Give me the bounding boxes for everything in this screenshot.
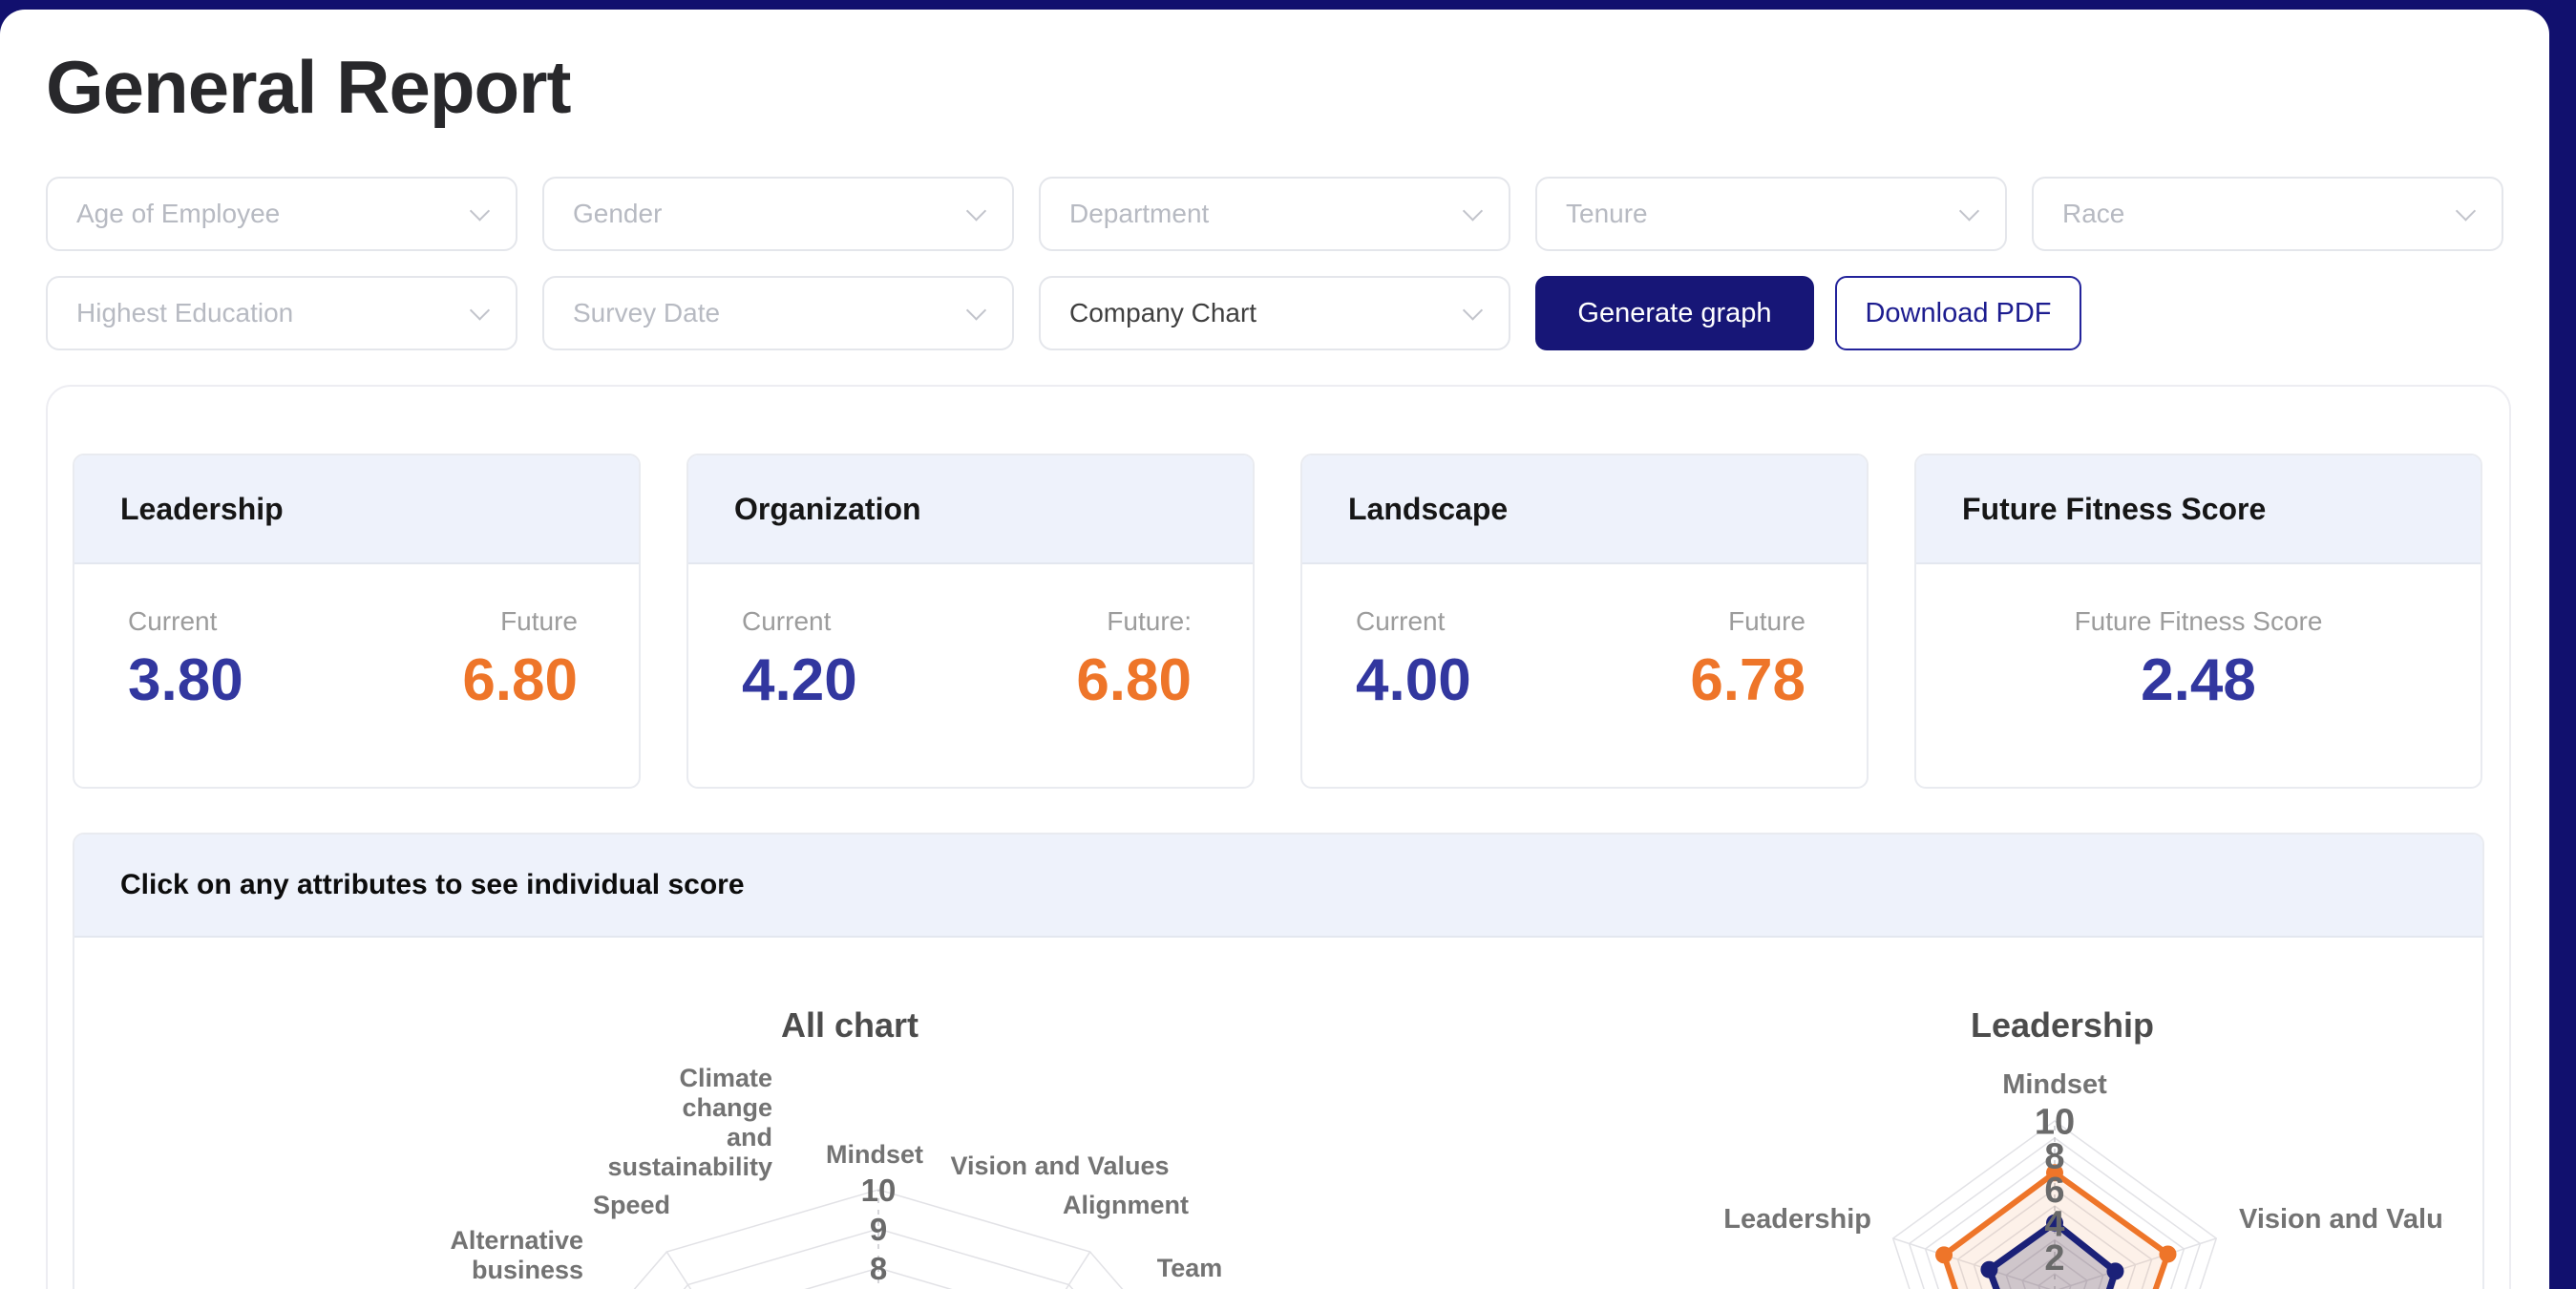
filter-placeholder: Highest Education [76, 298, 293, 328]
svg-text:8: 8 [870, 1251, 887, 1286]
chevron-down-icon [470, 300, 490, 320]
filter-placeholder: Tenure [1566, 199, 1648, 229]
future-label: Future: [1076, 606, 1192, 637]
filters-row-1: Age of Employee Gender Department Tenure… [46, 177, 2503, 251]
future-label: Future [1690, 606, 1805, 637]
chevron-down-icon [966, 201, 986, 221]
card-title: Future Fitness Score [1962, 492, 2266, 527]
chart-type-select[interactable]: Company Chart [1039, 276, 1510, 350]
svg-text:Alternative: Alternative [450, 1226, 583, 1255]
filter-tenure[interactable]: Tenure [1535, 177, 2007, 251]
svg-text:Leadership: Leadership [1723, 1204, 1871, 1235]
chevron-down-icon [2456, 201, 2476, 221]
generate-graph-button[interactable]: Generate graph [1535, 276, 1814, 350]
svg-text:Speed: Speed [593, 1191, 670, 1219]
score-card-landscape[interactable]: Landscape Current 4.00 Future 6.78 [1300, 454, 1869, 789]
filter-placeholder: Survey Date [573, 298, 720, 328]
app-content-surface: General Report Age of Employee Gender De… [0, 10, 2549, 1289]
future-label: Future [462, 606, 578, 637]
chart-hint-banner: Click on any attributes to see individua… [74, 835, 2482, 938]
svg-text:Climate: Climate [679, 1064, 772, 1092]
card-title: Organization [734, 492, 921, 527]
chevron-down-icon [1463, 201, 1483, 221]
filters-row-2: Highest Education Survey Date Company Ch… [46, 276, 2081, 350]
current-value: 4.00 [1356, 646, 1471, 714]
filter-department[interactable]: Department [1039, 177, 1510, 251]
future-value: 6.78 [1690, 646, 1805, 714]
svg-text:Team: Team [1157, 1254, 1223, 1282]
current-value: 4.20 [742, 646, 857, 714]
filter-placeholder: Age of Employee [76, 199, 280, 229]
svg-text:sustainability: sustainability [607, 1152, 772, 1181]
card-title: Leadership [120, 492, 284, 527]
leadership-chart-title: Leadership [1680, 1005, 2444, 1046]
download-pdf-button[interactable]: Download PDF [1835, 276, 2081, 350]
svg-text:Mindset: Mindset [826, 1140, 923, 1169]
current-label: Current [1356, 606, 1471, 637]
filter-placeholder: Gender [573, 199, 662, 229]
future-fitness-value: 2.48 [1916, 646, 2481, 714]
filter-race[interactable]: Race [2032, 177, 2503, 251]
svg-text:9: 9 [870, 1212, 887, 1247]
current-label: Current [128, 606, 243, 637]
filter-highest-education[interactable]: Highest Education [46, 276, 517, 350]
svg-text:Mindset: Mindset [2002, 1069, 2107, 1100]
svg-text:business: business [472, 1256, 583, 1284]
svg-text:Vision and Values: Vision and Values [950, 1152, 1169, 1180]
future-fitness-label: Future Fitness Score [1916, 606, 2481, 637]
filter-placeholder: Race [2062, 199, 2124, 229]
svg-text:10: 10 [861, 1173, 897, 1208]
filter-age-of-employee[interactable]: Age of Employee [46, 177, 517, 251]
score-cards-row: Leadership Current 3.80 Future 6.80 Orga… [73, 454, 2484, 789]
chevron-down-icon [966, 300, 986, 320]
score-card-future-fitness[interactable]: Future Fitness Score Future Fitness Scor… [1914, 454, 2482, 789]
page-title: General Report [46, 44, 570, 131]
svg-text:Vision and Values: Vision and Values [2239, 1204, 2444, 1235]
chevron-down-icon [1959, 201, 1979, 221]
future-value: 6.80 [462, 646, 578, 714]
current-value: 3.80 [128, 646, 243, 714]
filter-gender[interactable]: Gender [542, 177, 1014, 251]
score-card-organization[interactable]: Organization Current 4.20 Future: 6.80 [686, 454, 1255, 789]
all-chart-title: All chart [363, 1005, 1337, 1046]
current-label: Current [742, 606, 857, 637]
svg-text:and: and [727, 1123, 772, 1152]
chart-type-value: Company Chart [1069, 298, 1256, 328]
score-card-leadership[interactable]: Leadership Current 3.80 Future 6.80 [73, 454, 641, 789]
svg-text:change: change [682, 1093, 772, 1122]
svg-text:Alignment: Alignment [1063, 1191, 1189, 1219]
filter-survey-date[interactable]: Survey Date [542, 276, 1014, 350]
card-title: Landscape [1348, 492, 1508, 527]
future-value: 6.80 [1076, 646, 1192, 714]
chevron-down-icon [1463, 300, 1483, 320]
svg-text:2: 2 [2044, 1238, 2064, 1278]
chevron-down-icon [470, 201, 490, 221]
filter-placeholder: Department [1069, 199, 1209, 229]
